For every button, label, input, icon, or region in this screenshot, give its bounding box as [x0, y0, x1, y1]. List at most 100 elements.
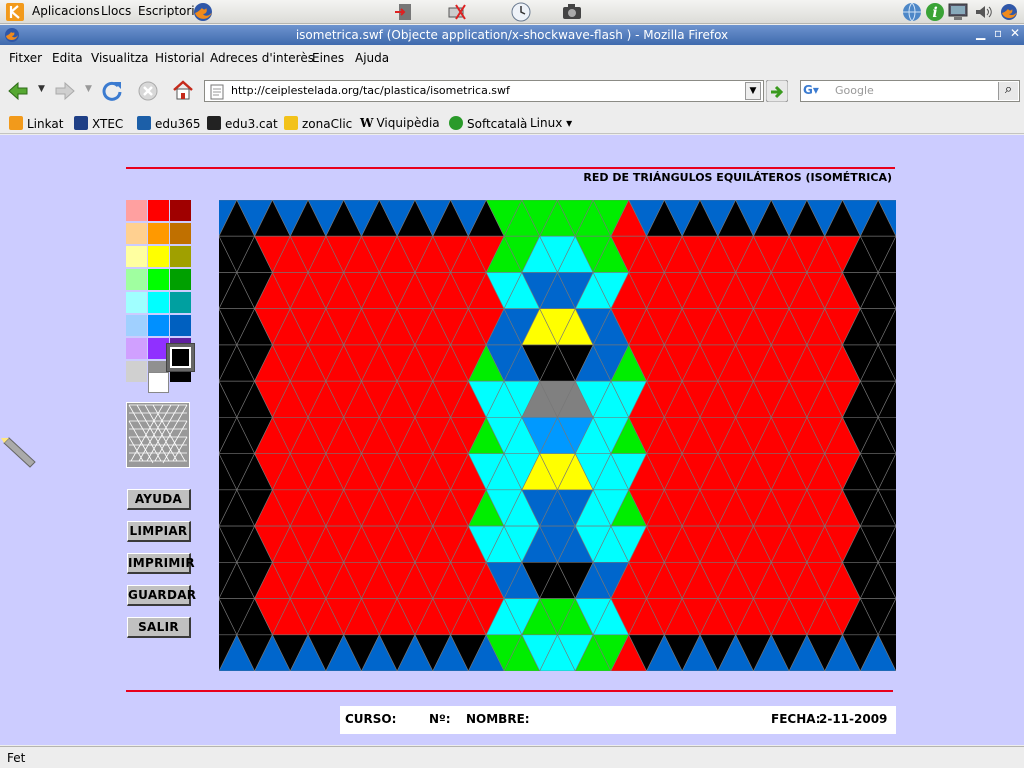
- palette-swatch[interactable]: [170, 246, 191, 267]
- palette-swatch[interactable]: [170, 269, 191, 290]
- menu-tools[interactable]: Eines: [312, 51, 344, 65]
- palette-swatch[interactable]: [148, 269, 169, 290]
- status-bar: Fet: [0, 746, 1024, 768]
- palette-swatch[interactable]: [148, 246, 169, 267]
- status-text: Fet: [7, 751, 26, 765]
- bookmark-edu365[interactable]: edu365: [137, 116, 201, 131]
- info-icon[interactable]: i: [924, 1, 946, 23]
- svg-text:i: i: [932, 5, 937, 21]
- window-titlebar: isometrica.swf (Objecte application/x-sh…: [0, 25, 1024, 45]
- palette-swatch[interactable]: [148, 315, 169, 336]
- limpiar-button[interactable]: LIMPIAR: [127, 521, 191, 542]
- menu-help[interactable]: Ajuda: [355, 51, 389, 65]
- address-bar[interactable]: http://ceiplestelada.org/tac/plastica/is…: [204, 80, 764, 102]
- address-url: http://ceiplestelada.org/tac/plastica/is…: [231, 84, 510, 97]
- palette-swatch[interactable]: [170, 223, 191, 244]
- palette-swatch[interactable]: [126, 338, 147, 359]
- fecha-label: FECHA:: [771, 712, 821, 726]
- minimize-button[interactable]: ▁: [976, 26, 985, 40]
- palette-swatch[interactable]: [148, 292, 169, 313]
- volume-icon[interactable]: [973, 2, 995, 22]
- k-logo-icon[interactable]: [6, 3, 24, 21]
- maximize-button[interactable]: ▫: [994, 26, 1002, 40]
- url-dropdown-icon[interactable]: ▼: [745, 82, 761, 100]
- camera-icon[interactable]: [562, 3, 582, 21]
- palette-white-swatch[interactable]: [148, 372, 169, 393]
- selected-color-indicator: [166, 343, 195, 372]
- menu-view[interactable]: Visualitza: [91, 51, 149, 65]
- home-icon[interactable]: [172, 79, 194, 101]
- edu3-icon: [207, 116, 221, 130]
- salir-button[interactable]: SALIR: [127, 617, 191, 638]
- flash-content: RED DE TRIÁNGULOS EQUILÁTEROS (ISOMÉTRIC…: [0, 135, 1024, 745]
- back-history-dropdown-icon[interactable]: ▼: [38, 84, 45, 94]
- menu-history[interactable]: Historial: [155, 51, 205, 65]
- bottom-red-line: [126, 690, 893, 692]
- isometric-canvas[interactable]: [219, 200, 896, 671]
- search-magnifier-icon[interactable]: ⌕: [998, 82, 1018, 100]
- bookmark-linkat[interactable]: Linkat: [9, 116, 63, 131]
- palette-swatch[interactable]: [126, 246, 147, 267]
- navigation-toolbar: ▼ ▼ http://ceiplestelada.org/tac/plastic…: [0, 72, 1024, 110]
- forward-arrow-icon[interactable]: [54, 80, 76, 102]
- palette-swatch[interactable]: [126, 292, 147, 313]
- curso-label: CURSO:: [345, 712, 397, 726]
- menu-file[interactable]: Fitxer: [9, 51, 42, 65]
- palette-swatch[interactable]: [170, 315, 191, 336]
- zonaclic-icon: [284, 116, 298, 130]
- go-arrow-icon[interactable]: [766, 80, 788, 102]
- reload-icon[interactable]: [101, 79, 123, 103]
- ayuda-button[interactable]: AYUDA: [127, 489, 191, 510]
- palette-swatch[interactable]: [126, 269, 147, 290]
- palette-swatch[interactable]: [170, 200, 191, 221]
- imprimir-button[interactable]: IMPRIMIR: [127, 553, 195, 574]
- close-button[interactable]: ✕: [1010, 26, 1020, 40]
- student-info-bar: CURSO: Nº: NOMBRE: FECHA: 2-11-2009: [340, 706, 896, 734]
- google-engine-icon[interactable]: G▾: [803, 83, 829, 99]
- app-heading: RED DE TRIÁNGULOS EQUILÁTEROS (ISOMÉTRIC…: [583, 171, 892, 184]
- firefox-icon[interactable]: [192, 1, 214, 23]
- palette-swatch[interactable]: [126, 223, 147, 244]
- edu365-icon: [137, 116, 151, 130]
- bookmark-folder-linux[interactable]: Linux ▾: [530, 116, 572, 130]
- bookmarks-toolbar: Linkat XTEC edu365 edu3.cat zonaClic W Vi…: [0, 112, 1024, 134]
- bookmark-zonaclic[interactable]: zonaClic: [284, 116, 352, 131]
- bookmark-xtec[interactable]: XTEC: [74, 116, 123, 131]
- nombre-label: NOMBRE:: [466, 712, 530, 726]
- palette-swatch[interactable]: [126, 200, 147, 221]
- clock-icon[interactable]: [510, 1, 532, 23]
- applications-menu[interactable]: Aplicacions: [32, 4, 100, 18]
- places-menu[interactable]: Llocs: [101, 4, 131, 18]
- numero-label: Nº:: [429, 712, 451, 726]
- grid-toggle-icon[interactable]: [126, 402, 190, 468]
- logout-icon[interactable]: [394, 2, 414, 22]
- window-title: isometrica.swf (Objecte application/x-sh…: [295, 28, 729, 42]
- desktop-menu[interactable]: Escriptori: [138, 4, 195, 18]
- bookmark-edu3[interactable]: edu3.cat: [207, 116, 278, 131]
- forward-history-dropdown-icon[interactable]: ▼: [85, 84, 92, 94]
- stop-icon[interactable]: [137, 80, 159, 102]
- network-icon[interactable]: [901, 1, 923, 23]
- softcatala-icon: [449, 116, 463, 130]
- top-panel: Aplicacions Llocs Escriptori i: [0, 0, 1024, 24]
- search-bar[interactable]: G▾ Google ⌕: [800, 80, 1020, 102]
- firefox-tray-icon[interactable]: [999, 2, 1019, 22]
- xtec-icon: [74, 116, 88, 130]
- menu-bookmarks[interactable]: Adreces d'interès: [210, 51, 314, 65]
- palette-swatch[interactable]: [126, 361, 147, 382]
- palette-swatch[interactable]: [170, 292, 191, 313]
- wikipedia-w-icon: W: [360, 116, 374, 130]
- back-arrow-icon[interactable]: [7, 80, 29, 102]
- guardar-button[interactable]: GUARDAR: [127, 585, 196, 606]
- palette-swatch[interactable]: [126, 315, 147, 336]
- bookmark-softcatala[interactable]: Softcatalà: [449, 116, 527, 131]
- bookmark-viquipedia[interactable]: W Viquipèdia: [360, 116, 440, 130]
- selected-color-swatch: [170, 347, 191, 368]
- menu-edit[interactable]: Edita: [52, 51, 83, 65]
- screenshot-cut-icon[interactable]: [447, 2, 467, 22]
- fecha-value: 2-11-2009: [819, 712, 888, 726]
- palette-swatch[interactable]: [148, 200, 169, 221]
- palette-swatch[interactable]: [148, 223, 169, 244]
- monitor-icon[interactable]: [947, 2, 969, 22]
- linkat-icon: [9, 116, 23, 130]
